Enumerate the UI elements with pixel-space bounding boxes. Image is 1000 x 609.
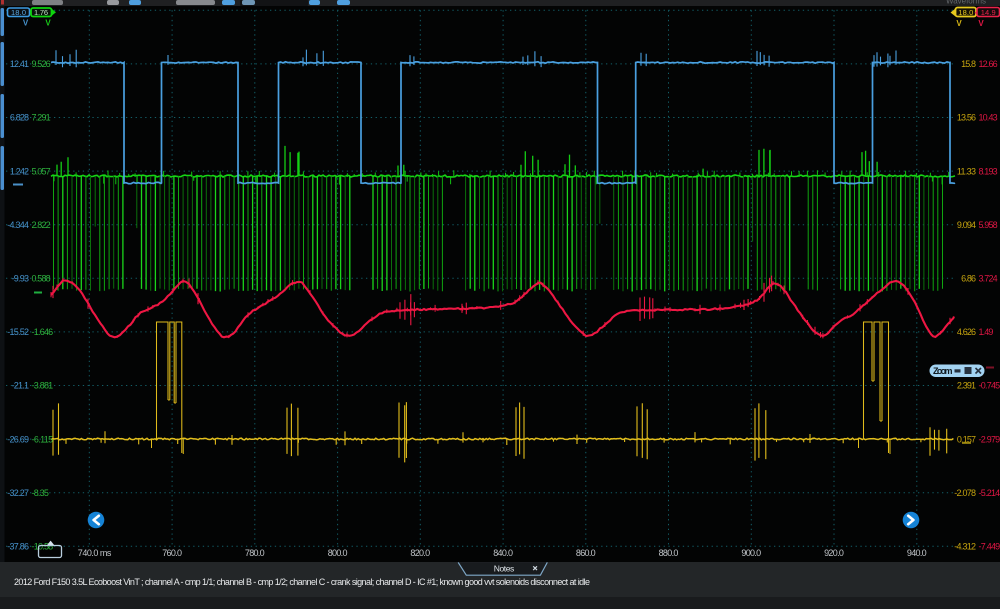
svg-text:5.057: 5.057 [32, 166, 51, 176]
svg-text:5.958: 5.958 [979, 220, 998, 230]
svg-text:11.33: 11.33 [957, 166, 976, 176]
svg-text:900.0: 900.0 [741, 548, 761, 558]
svg-text:2.822: 2.822 [32, 220, 51, 230]
svg-text:820.0: 820.0 [410, 548, 430, 558]
svg-text:9.094: 9.094 [957, 220, 976, 230]
svg-text:-8.35: -8.35 [32, 488, 49, 498]
svg-text:-9.93: -9.93 [12, 274, 29, 284]
svg-text:1.49: 1.49 [979, 327, 994, 337]
svg-text:780.0: 780.0 [245, 548, 265, 558]
svg-text:18.0: 18.0 [11, 8, 26, 17]
svg-text:V: V [23, 19, 29, 28]
svg-text:-21.1: -21.1 [12, 381, 29, 391]
svg-text:-2.078: -2.078 [954, 488, 976, 498]
svg-text:V: V [45, 19, 51, 28]
svg-text:-1.646: -1.646 [32, 327, 54, 337]
svg-text:920.0: 920.0 [824, 548, 844, 558]
svg-text:-2.979: -2.979 [979, 434, 1000, 444]
svg-text:-32.27: -32.27 [7, 488, 29, 498]
svg-text:10.43: 10.43 [979, 113, 998, 123]
svg-text:1.76: 1.76 [34, 8, 48, 17]
svg-text:Zoom: Zoom [933, 366, 953, 376]
svg-text:8.193: 8.193 [979, 166, 998, 176]
svg-text:13.56: 13.56 [957, 113, 976, 123]
svg-text:3.724: 3.724 [979, 274, 998, 284]
svg-text:-0.745: -0.745 [979, 381, 1000, 391]
svg-text:V: V [978, 19, 984, 28]
svg-text:6.828: 6.828 [10, 113, 29, 123]
svg-text:0.588: 0.588 [32, 274, 51, 284]
svg-text:18.0: 18.0 [958, 8, 973, 17]
svg-text:Notes: Notes [494, 564, 515, 574]
svg-text:800.0: 800.0 [328, 548, 348, 558]
svg-text:-3.881: -3.881 [32, 381, 54, 391]
svg-text:12.41: 12.41 [10, 59, 29, 69]
svg-text:0.157: 0.157 [957, 434, 976, 444]
svg-text:-4.312: -4.312 [954, 542, 976, 552]
svg-text:2012 Ford F150 3.5L Ecoboost V: 2012 Ford F150 3.5L Ecoboost VinT ; chan… [14, 577, 590, 587]
svg-text:840.0: 840.0 [493, 548, 513, 558]
svg-text:6.86: 6.86 [961, 274, 976, 284]
svg-text:-6.115: -6.115 [32, 434, 54, 444]
svg-text:7.291: 7.291 [32, 113, 51, 123]
svg-text:880.0: 880.0 [659, 548, 679, 558]
svg-text:760.0: 760.0 [162, 548, 182, 558]
svg-text:-7.449: -7.449 [979, 542, 1000, 552]
svg-text:-15.52: -15.52 [7, 327, 29, 337]
svg-text:-5.214: -5.214 [979, 488, 1000, 498]
svg-text:14.9: 14.9 [981, 8, 996, 17]
svg-text:Waveforms: Waveforms [946, 0, 986, 6]
svg-text:860.0: 860.0 [576, 548, 596, 558]
svg-text:-37.86: -37.86 [7, 542, 29, 552]
svg-text:-26.69: -26.69 [7, 434, 29, 444]
svg-text:2.391: 2.391 [957, 381, 976, 391]
svg-text:4.626: 4.626 [957, 327, 976, 337]
svg-text:9.526: 9.526 [32, 59, 51, 69]
svg-text:1.242: 1.242 [10, 166, 29, 176]
svg-text:V: V [956, 19, 962, 28]
svg-text:12.66: 12.66 [979, 59, 998, 69]
svg-text:740.0 ms: 740.0 ms [78, 548, 112, 558]
svg-text:-4.344: -4.344 [7, 220, 29, 230]
svg-text:940.0: 940.0 [907, 548, 927, 558]
svg-text:15.8: 15.8 [961, 59, 976, 69]
